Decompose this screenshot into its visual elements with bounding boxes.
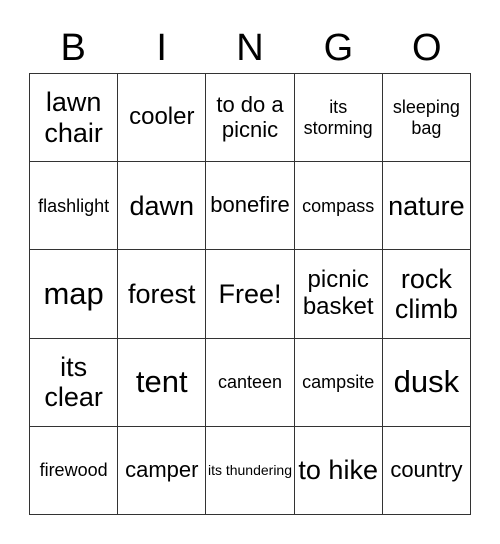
bingo-cell-label: nature: [388, 190, 465, 221]
bingo-cell[interactable]: camper: [118, 426, 207, 515]
bingo-cell[interactable]: flashlight: [30, 162, 119, 251]
bingo-cell-label: firewood: [39, 460, 108, 481]
bingo-cell[interactable]: nature: [382, 162, 471, 251]
bingo-cell-label: to do a picnic: [216, 91, 284, 142]
bingo-cell[interactable]: forest: [118, 250, 207, 339]
bingo-cell[interactable]: its thundering: [206, 426, 295, 515]
bingo-cell-label: its clear: [44, 351, 103, 413]
bingo-cell[interactable]: picnic basket: [294, 250, 383, 339]
bingo-cell[interactable]: country: [382, 426, 471, 515]
bingo-cell-label: picnic basket: [302, 266, 374, 320]
bingo-cell-label: its thundering: [207, 461, 293, 478]
bingo-cell[interactable]: tent: [118, 338, 207, 427]
bingo-cell[interactable]: bonefire: [206, 162, 295, 251]
bingo-cell[interactable]: its clear: [30, 338, 119, 427]
bingo-cell-label: campsite: [302, 372, 375, 393]
bingo-cell-label: cooler: [129, 103, 195, 131]
bingo-cell[interactable]: lawn chair: [30, 74, 119, 163]
bingo-cell-label: map: [43, 275, 104, 311]
bingo-cell-label: rock climb: [394, 263, 458, 324]
header-letter-i: I: [156, 27, 167, 69]
bingo-cell[interactable]: firewood: [30, 426, 119, 515]
bingo-cell[interactable]: map: [30, 250, 119, 339]
free-space-cell[interactable]: Free!: [206, 250, 295, 339]
bingo-cell[interactable]: its storming: [294, 74, 383, 163]
bingo-cell[interactable]: campsite: [294, 338, 383, 427]
bingo-cell[interactable]: sleeping bag: [382, 74, 471, 163]
bingo-cell-label: country: [390, 457, 463, 483]
bingo-cell[interactable]: dawn: [118, 162, 207, 251]
bingo-cell-label: bonefire: [210, 192, 290, 218]
bingo-cell-label: to hike: [298, 455, 378, 486]
bingo-cell-label: compass: [302, 195, 375, 216]
bingo-cell[interactable]: to hike: [294, 426, 383, 515]
bingo-header: B I N G O: [29, 22, 471, 74]
bingo-cell-label: camper: [125, 457, 199, 483]
bingo-cell-label: dusk: [393, 363, 460, 399]
bingo-cell-label: dawn: [129, 190, 195, 221]
bingo-cell-label: tent: [135, 363, 188, 399]
bingo-cell[interactable]: dusk: [382, 338, 471, 427]
bingo-cell-label: Free!: [218, 278, 282, 309]
bingo-card-grid: lawn chair cooler to do a picnic its stormi…: [29, 73, 471, 515]
header-letter-b: B: [60, 27, 86, 69]
bingo-cell-label: flashlight: [38, 195, 110, 216]
header-letter-g: G: [323, 27, 354, 69]
bingo-cell[interactable]: cooler: [118, 74, 207, 163]
bingo-cell-label: canteen: [217, 372, 283, 393]
header-letter-n: N: [236, 27, 264, 69]
bingo-cell-label: lawn chair: [44, 87, 103, 148]
bingo-cell-label: sleeping bag: [392, 97, 460, 138]
bingo-cell[interactable]: to do a picnic: [206, 74, 295, 163]
bingo-cell-label: forest: [128, 278, 196, 309]
header-letter-o: O: [412, 27, 442, 69]
bingo-cell[interactable]: canteen: [206, 338, 295, 427]
bingo-cell[interactable]: rock climb: [382, 250, 471, 339]
bingo-cell-label: its storming: [303, 97, 373, 138]
bingo-cell[interactable]: compass: [294, 162, 383, 251]
